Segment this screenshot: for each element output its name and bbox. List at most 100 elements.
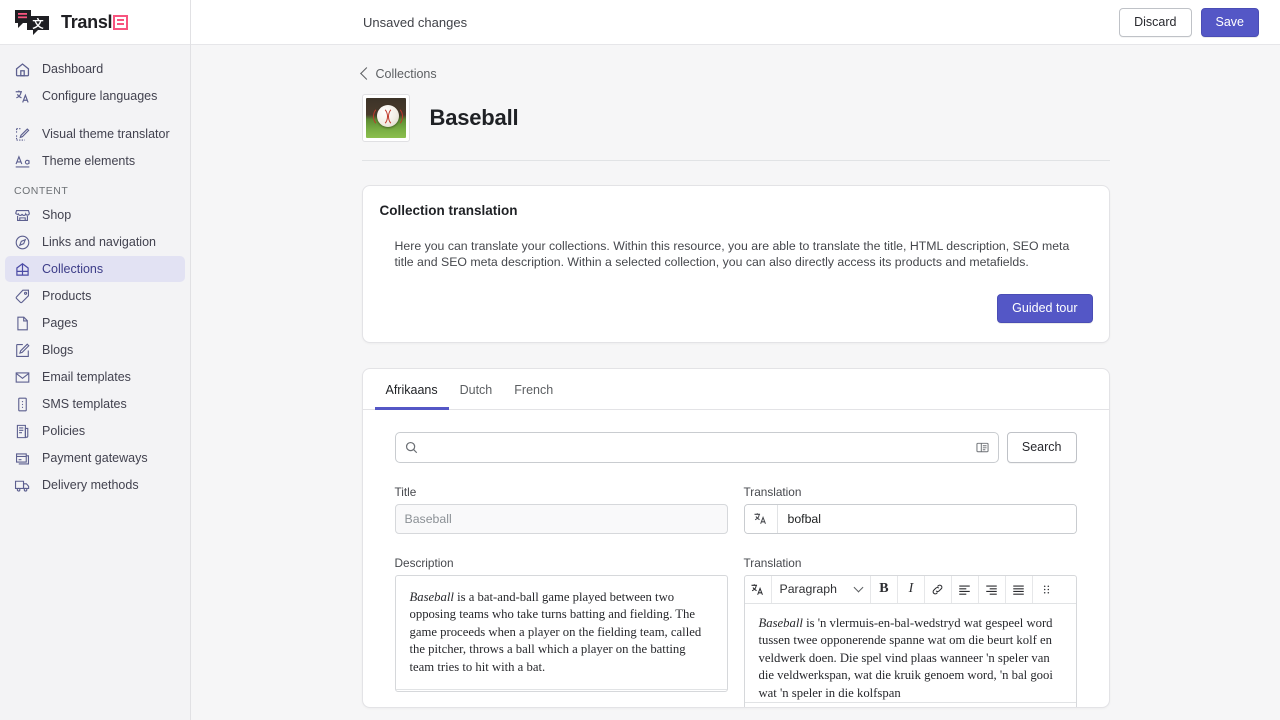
sidebar-item-collections[interactable]: Collections <box>5 256 185 282</box>
card-actions: Guided tour <box>363 271 1109 342</box>
sidebar-item-theme-elements[interactable]: Theme elements <box>5 148 185 174</box>
align-justify-icon[interactable] <box>1006 575 1033 603</box>
sidebar-item-label: Policies <box>42 424 86 438</box>
app-root: 文 Transl Dashboard Configure languages V… <box>0 0 1280 720</box>
sidebar-item-label: Products <box>42 289 92 303</box>
baseball-thumbnail-image <box>365 98 406 138</box>
nav-group-theme: Visual theme translator Theme elements <box>0 121 190 174</box>
sidebar-item-configure-languages[interactable]: Configure languages <box>5 83 185 109</box>
title-input[interactable] <box>394 503 728 534</box>
main-area: Unsaved changes Discard Save Collections… <box>191 0 1280 720</box>
translate-icon[interactable] <box>745 575 772 603</box>
sidebar-nav: Dashboard Configure languages Visual the… <box>0 45 190 499</box>
sidebar-item-links-and-navigation[interactable]: Links and navigation <box>5 229 185 255</box>
sidebar-item-label: Email templates <box>42 370 131 384</box>
layout-view-icon[interactable] <box>975 440 990 455</box>
align-right-icon[interactable] <box>979 575 1006 603</box>
search-box[interactable] <box>394 431 999 463</box>
nav-section-content-label: CONTENT <box>14 185 69 197</box>
envelope-icon <box>14 369 31 386</box>
tab-french[interactable]: French <box>503 369 564 410</box>
sidebar-item-delivery-methods[interactable]: Delivery methods <box>5 472 185 498</box>
description-readonly-box: Baseball is a bat-and-ball game played b… <box>394 574 728 692</box>
truck-icon <box>14 477 31 494</box>
breadcrumb[interactable]: Collections <box>359 67 1110 81</box>
save-button[interactable]: Save <box>1200 7 1259 37</box>
sidebar-item-email-templates[interactable]: Email templates <box>5 364 185 390</box>
block-format-value: Paragraph <box>779 582 837 597</box>
sidebar-item-products[interactable]: Products <box>5 283 185 309</box>
rte-content[interactable]: Baseball is 'n vlermuis-en-bal-wedstryd … <box>745 604 1076 702</box>
title-translation-group: Translation <box>743 485 1077 534</box>
page-icon <box>14 315 31 332</box>
tab-dutch[interactable]: Dutch <box>449 369 504 410</box>
sidebar-item-label: Theme elements <box>42 154 136 168</box>
sidebar-item-blogs[interactable]: Blogs <box>5 337 185 363</box>
search-input[interactable] <box>426 440 967 455</box>
home-icon <box>14 61 31 78</box>
sidebar: 文 Transl Dashboard Configure languages V… <box>0 0 191 720</box>
sidebar-item-label: Payment gateways <box>42 451 148 465</box>
svg-text:文: 文 <box>33 17 45 31</box>
title-label: Title <box>394 484 417 499</box>
translate-icon <box>14 88 31 105</box>
title-field-group: Title <box>394 484 728 534</box>
translation-panel: Search Title Translation <box>363 410 1109 707</box>
guided-tour-button[interactable]: Guided tour <box>997 293 1093 323</box>
sidebar-item-pages[interactable]: Pages <box>5 310 185 336</box>
sidebar-item-policies[interactable]: Policies <box>5 418 185 444</box>
sidebar-item-dashboard[interactable]: Dashboard <box>5 56 185 82</box>
search-row: Search <box>394 431 1077 463</box>
brand-name: Transl <box>61 12 129 33</box>
translate-icon[interactable] <box>744 504 778 533</box>
link-icon[interactable] <box>925 575 952 603</box>
brand-header[interactable]: 文 Transl <box>0 0 190 45</box>
payment-card-icon <box>14 450 31 467</box>
page-header: Baseball <box>361 94 1110 161</box>
title-translation-input[interactable] <box>777 504 1076 533</box>
description-emphasis: Baseball <box>409 589 454 604</box>
sidebar-item-sms-templates[interactable]: SMS templates <box>5 391 185 417</box>
collection-icon <box>14 261 31 278</box>
collection-translation-card: Collection translation Here you can tran… <box>361 185 1110 343</box>
title-row: Title Translation <box>394 484 1077 534</box>
policy-scroll-icon <box>14 423 31 440</box>
sidebar-item-label: SMS templates <box>42 397 127 411</box>
sidebar-item-payment-gateways[interactable]: Payment gateways <box>5 445 185 471</box>
tab-afrikaans[interactable]: Afrikaans <box>374 369 449 410</box>
drag-handle-icon[interactable] <box>1033 576 1060 603</box>
align-left-icon[interactable] <box>952 575 979 603</box>
breadcrumb-label: Collections <box>375 67 437 81</box>
sidebar-item-label: Delivery methods <box>42 478 139 492</box>
nav-group-content: Shop Links and navigation Collections Pr… <box>0 202 190 498</box>
nav-group-main: Dashboard Configure languages <box>0 56 190 109</box>
title-translation-input-wrap <box>743 503 1077 534</box>
translate-chat-logo-icon: 文 <box>14 9 52 35</box>
language-tabs: Afrikaans Dutch French <box>362 369 1109 410</box>
sidebar-item-shop[interactable]: Shop <box>5 202 185 228</box>
typography-icon <box>14 153 31 170</box>
sidebar-item-visual-theme-translator[interactable]: Visual theme translator <box>5 121 185 147</box>
block-format-select[interactable]: Paragraph <box>772 575 871 603</box>
page-container: Collections Baseball Collection translat… <box>359 45 1110 708</box>
italic-button[interactable]: I <box>898 575 925 603</box>
sidebar-item-label: Blogs <box>42 343 74 357</box>
rte-toolbar: Paragraph B I <box>744 575 1076 604</box>
description-text: Baseball is a bat-and-ball game played b… <box>396 576 727 690</box>
description-field-group: Description Baseball is a bat-and-ball g… <box>394 556 728 707</box>
description-footer <box>395 689 727 691</box>
discard-button[interactable]: Discard <box>1119 7 1192 37</box>
rte-status-path: p <box>744 701 1076 707</box>
rich-text-editor: Paragraph B I Baseball is 'n vlermuis-en… <box>743 574 1077 707</box>
sidebar-item-label: Pages <box>42 316 78 330</box>
blog-pencil-icon <box>14 342 31 359</box>
chevron-down-icon <box>853 582 864 593</box>
collection-thumbnail <box>361 94 410 142</box>
bold-button[interactable]: B <box>871 575 898 603</box>
description-translation-label: Translation <box>743 555 802 570</box>
sidebar-item-label: Visual theme translator <box>42 127 170 141</box>
translation-emphasis: Baseball <box>758 615 803 630</box>
unsaved-changes-status: Unsaved changes <box>363 14 468 30</box>
nav-divider <box>0 110 190 121</box>
search-button[interactable]: Search <box>1006 431 1077 463</box>
